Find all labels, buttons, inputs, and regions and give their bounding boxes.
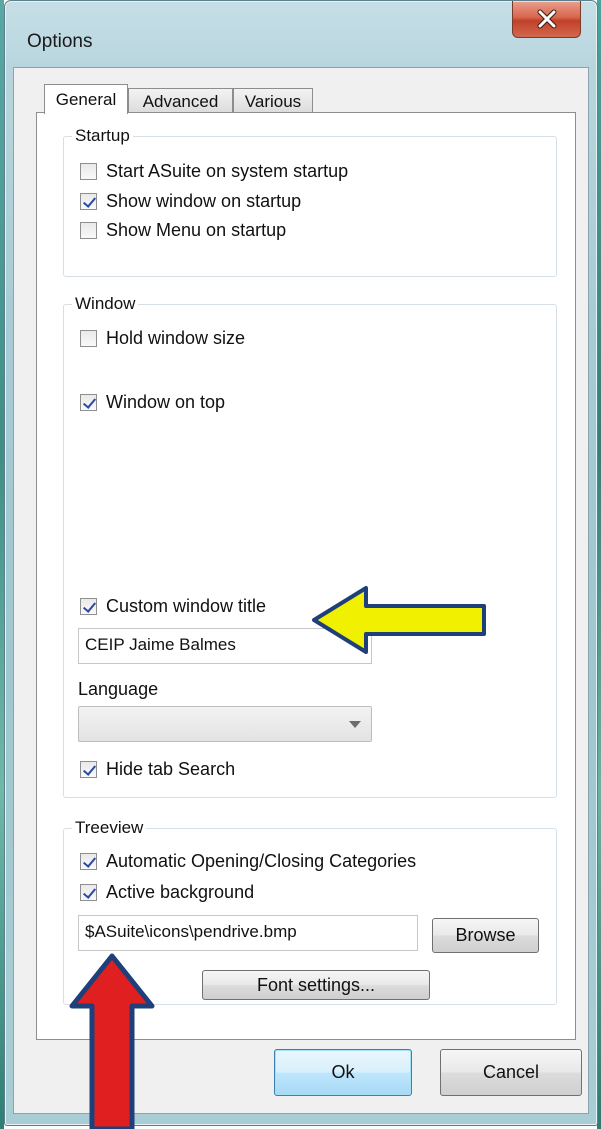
hide-tab-search-checkbox[interactable]: Hide tab Search	[80, 759, 235, 780]
checkbox-label: Show Menu on startup	[106, 220, 287, 240]
start-on-system-startup-checkbox[interactable]: Start ASuite on system startup	[80, 161, 348, 182]
yellow-arrow-annotation	[312, 586, 486, 654]
ok-button[interactable]: Ok	[274, 1049, 412, 1096]
checkbox-box	[80, 598, 97, 615]
tab-various[interactable]: Various	[233, 88, 313, 113]
auto-open-categories-checkbox[interactable]: Automatic Opening/Closing Categories	[80, 851, 416, 872]
checkbox-label: Active background	[106, 882, 255, 902]
treeview-legend: Treeview	[72, 818, 147, 838]
language-label: Language	[78, 679, 159, 699]
close-icon	[536, 8, 558, 30]
checkbox-label: Show window on startup	[106, 191, 302, 211]
close-button[interactable]	[512, 1, 581, 38]
active-background-checkbox[interactable]: Active background	[80, 882, 254, 903]
tab-general-label: General	[55, 90, 117, 109]
general-tab-panel: Startup Start ASuite on system startup S…	[36, 112, 576, 1040]
tab-advanced[interactable]: Advanced	[128, 88, 233, 113]
window-on-top-checkbox[interactable]: Window on top	[80, 392, 225, 413]
checkbox-box	[80, 163, 97, 180]
red-arrow-annotation	[69, 953, 155, 1129]
cancel-button[interactable]: Cancel	[440, 1049, 582, 1096]
chevron-down-icon	[349, 721, 361, 728]
window-group: Window Hold window size Window on top Cu…	[63, 294, 557, 798]
language-select[interactable]	[78, 706, 372, 742]
checkbox-label: Start ASuite on system startup	[106, 161, 349, 181]
checkbox-label: Window on top	[106, 392, 226, 412]
checkbox-box	[80, 853, 97, 870]
show-window-on-startup-checkbox[interactable]: Show window on startup	[80, 191, 301, 212]
checkbox-box	[80, 761, 97, 778]
startup-group: Startup Start ASuite on system startup S…	[63, 126, 557, 277]
tab-advanced-label: Advanced	[142, 92, 219, 111]
browse-button[interactable]: Browse	[432, 918, 539, 953]
checkbox-label: Automatic Opening/Closing Categories	[106, 851, 417, 871]
checkbox-box	[80, 330, 97, 347]
window-legend: Window	[72, 294, 139, 314]
tab-general[interactable]: General	[44, 84, 128, 114]
custom-window-title-checkbox[interactable]: Custom window title	[80, 596, 266, 617]
checkbox-box	[80, 884, 97, 901]
checkbox-box	[80, 193, 97, 210]
checkbox-label: Hold window size	[106, 328, 246, 348]
startup-legend: Startup	[72, 126, 133, 146]
checkbox-label: Custom window title	[106, 596, 267, 616]
tab-various-label: Various	[244, 92, 302, 111]
show-menu-on-startup-checkbox[interactable]: Show Menu on startup	[80, 220, 286, 241]
checkbox-label: Hide tab Search	[106, 759, 236, 779]
background-path-input[interactable]: $ASuite\icons\pendrive.bmp	[78, 915, 418, 951]
checkbox-box	[80, 394, 97, 411]
window-title: Options	[27, 31, 93, 52]
hold-window-size-checkbox[interactable]: Hold window size	[80, 328, 245, 349]
font-settings-button[interactable]: Font settings...	[202, 970, 430, 1000]
checkbox-box	[80, 222, 97, 239]
